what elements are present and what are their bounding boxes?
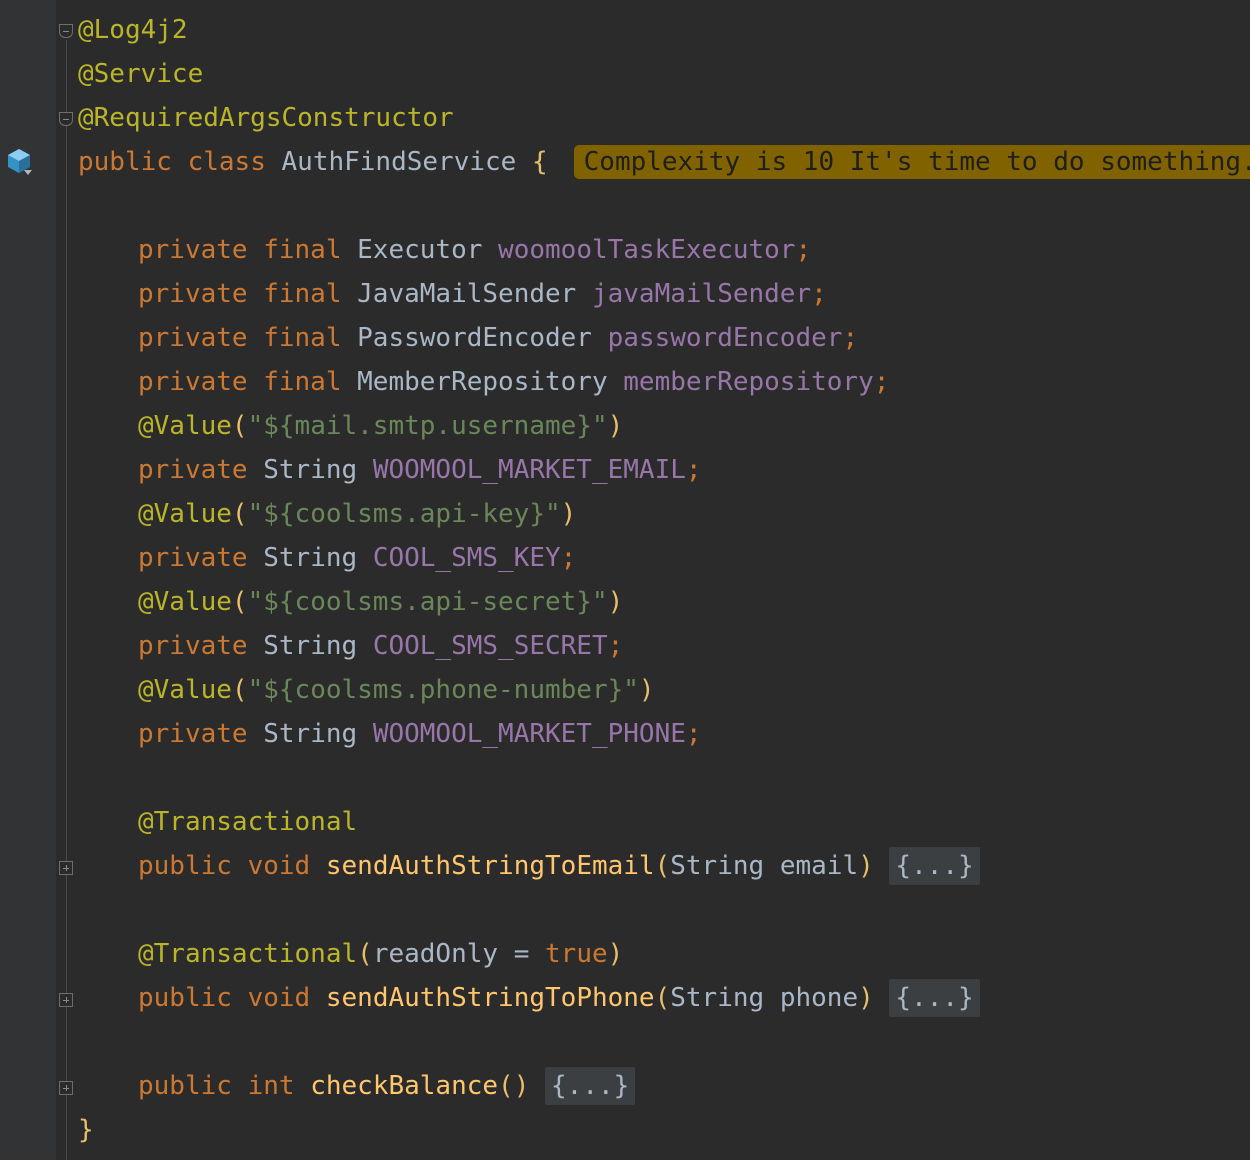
method-name[interactable]: sendAuthStringToPhone (326, 983, 655, 1013)
folded-body-button[interactable]: {...} (545, 1067, 636, 1105)
class-name[interactable]: AuthFindService (282, 147, 517, 177)
field-modifier: private final (138, 279, 342, 309)
field-type: JavaMailSender (357, 279, 577, 309)
field-name: WOOMOOL_MARKET_PHONE (372, 719, 686, 749)
field-type: String (263, 543, 358, 573)
param-name: phone (779, 983, 859, 1013)
field-name: COOL_SMS_KEY (372, 543, 561, 573)
property-key-string: "${mail.smtp.username}" (247, 411, 608, 441)
field-name: javaMailSender (591, 279, 812, 309)
field-modifier: private (138, 719, 248, 749)
field-name: woomoolTaskExecutor (498, 235, 796, 265)
annotation-arg-name: readOnly (372, 939, 499, 969)
field-type: String (263, 455, 358, 485)
fold-expand-icon[interactable] (59, 993, 73, 1007)
field-declaration: private final JavaMailSender javaMailSen… (138, 279, 827, 309)
annotation-arg-eq: = (513, 939, 530, 969)
method-name[interactable]: checkBalance (310, 1071, 498, 1101)
method-declaration: public int checkBalance() {...} (138, 1064, 636, 1108)
field-declaration: private String COOL_SMS_SECRET; (138, 631, 624, 661)
annotation-transactional: @Transactional (138, 807, 358, 837)
property-key-string: "${coolsms.phone-number}" (247, 675, 639, 705)
field-type: MemberRepository (357, 367, 608, 397)
field-type: Executor (357, 235, 483, 265)
method-return-type: void (247, 983, 311, 1013)
value-annotation: @Value("${mail.smtp.username}") (138, 411, 624, 441)
annotation-log4j2: @Log4j2 (78, 15, 188, 45)
field-modifier: private final (138, 367, 342, 397)
annotation-transactional-readonly: @Transactional(readOnly = true) (138, 939, 624, 969)
method-declaration: public void sendAuthStringToPhone(String… (138, 976, 980, 1020)
annotation-value: @Value (138, 675, 232, 705)
field-declaration: private String COOL_SMS_KEY; (138, 543, 577, 573)
folded-body-button[interactable]: {...} (889, 979, 980, 1017)
method-return-type: int (247, 1071, 295, 1101)
fold-collapse-icon[interactable] (59, 112, 73, 126)
field-declaration: private final Executor woomoolTaskExecut… (138, 235, 812, 265)
annotation-transactional: @Transactional (138, 939, 358, 969)
field-modifier: private final (138, 235, 342, 265)
method-return-type: void (247, 851, 311, 881)
field-name: passwordEncoder (607, 323, 843, 353)
field-modifier: private final (138, 323, 342, 353)
property-key-string: "${coolsms.api-secret}" (247, 587, 608, 617)
fold-expand-icon[interactable] (59, 1081, 73, 1095)
field-declaration: private final MemberRepository memberRep… (138, 367, 890, 397)
value-annotation: @Value("${coolsms.phone-number}") (138, 675, 655, 705)
annotation-arg-value: true (545, 939, 608, 969)
field-name: COOL_SMS_SECRET (372, 631, 608, 661)
keyword-class: class (187, 147, 266, 177)
folded-body-button[interactable]: {...} (889, 847, 980, 885)
field-type: PasswordEncoder (357, 323, 592, 353)
field-name: memberRepository (623, 367, 874, 397)
class-declaration: public class AuthFindService { Complexity… (78, 140, 1250, 184)
annotation-required-args: @RequiredArgsConstructor (78, 103, 454, 133)
fold-guide-line (66, 40, 67, 1160)
property-key-string: "${coolsms.api-key}" (247, 499, 561, 529)
class-open-brace: { (531, 147, 548, 177)
annotation-value: @Value (138, 411, 232, 441)
method-name[interactable]: sendAuthStringToEmail (326, 851, 655, 881)
field-modifier: private (138, 543, 248, 573)
annotation-value: @Value (138, 499, 232, 529)
method-modifier: public (138, 983, 232, 1013)
annotation-value: @Value (138, 587, 232, 617)
fold-collapse-icon[interactable] (59, 24, 73, 38)
param-type: String (670, 983, 765, 1013)
field-modifier: private (138, 455, 248, 485)
field-declaration: private final PasswordEncoder passwordEn… (138, 323, 859, 353)
class-close-brace: } (78, 1115, 94, 1145)
param-type: String (670, 851, 765, 881)
fold-expand-icon[interactable] (59, 861, 73, 875)
complexity-hint-badge[interactable]: Complexity is 10 It's time to do somethi… (573, 145, 1250, 179)
field-modifier: private (138, 631, 248, 661)
method-declaration: public void sendAuthStringToEmail(String… (138, 844, 980, 888)
keyword-public: public (78, 147, 172, 177)
field-name: WOOMOOL_MARKET_EMAIL (372, 455, 686, 485)
method-modifier: public (138, 851, 232, 881)
field-type: String (263, 631, 358, 661)
annotation-service: @Service (78, 59, 204, 89)
field-declaration: private String WOOMOOL_MARKET_EMAIL; (138, 455, 702, 485)
field-type: String (263, 719, 358, 749)
field-declaration: private String WOOMOOL_MARKET_PHONE; (138, 719, 702, 749)
value-annotation: @Value("${coolsms.api-key}") (138, 499, 577, 529)
implemented-bean-icon[interactable] (4, 146, 34, 176)
value-annotation: @Value("${coolsms.api-secret}") (138, 587, 624, 617)
method-modifier: public (138, 1071, 232, 1101)
param-name: email (779, 851, 859, 881)
